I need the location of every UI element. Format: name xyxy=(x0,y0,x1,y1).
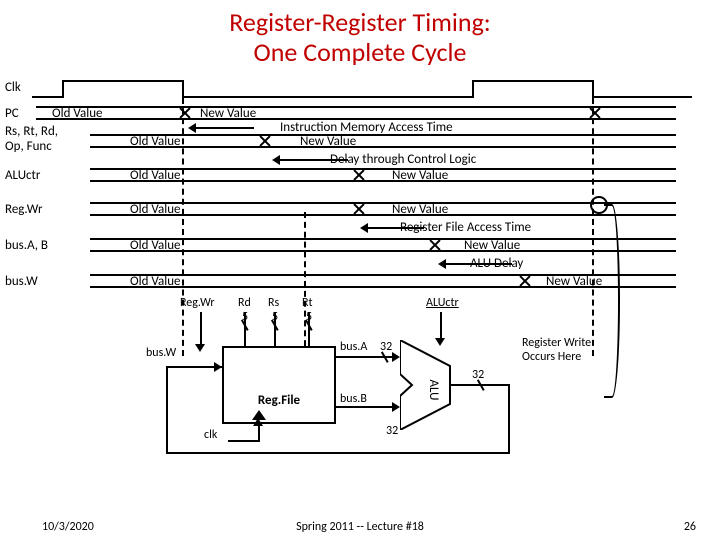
dp-aluctr: ALUctr xyxy=(426,296,459,310)
regwr-old: Old Value xyxy=(130,202,181,217)
im-access-label: Instruction Memory Access Time xyxy=(280,120,453,135)
dp-busb: bus.B xyxy=(340,392,367,406)
label-pc: PC xyxy=(5,106,19,121)
feedback-arc xyxy=(604,204,620,398)
dp-rt: Rt xyxy=(302,296,313,310)
alu-arrow-line xyxy=(446,263,512,265)
dp-clk: clk xyxy=(204,428,217,442)
label-busw: bus.W xyxy=(5,274,38,289)
label-aluctr: ALUctr xyxy=(5,168,40,183)
ctrl-arrow-line xyxy=(280,159,348,161)
dp-busw: bus.W xyxy=(146,346,176,360)
datapath: Reg.Wr Rd Rs Rt 5 5 5 Rw Ra Rb Reg.File … xyxy=(140,296,600,496)
alu-text: ALU xyxy=(426,379,441,400)
dp-rs: Rs xyxy=(268,296,279,310)
rf-arrow-line xyxy=(368,227,424,229)
busab-old: Old Value xyxy=(130,238,181,253)
ctrl-delay-label: Delay through Control Logic xyxy=(330,152,476,167)
footer-mid: Spring 2011 -- Lecture #18 xyxy=(0,520,720,534)
pc-new: New Value xyxy=(200,106,256,121)
timeline-pc xyxy=(36,106,676,120)
label-regwr: Reg.Wr xyxy=(5,202,43,217)
regwr-new: New Value xyxy=(392,202,448,217)
aluctr-new: New Value xyxy=(392,168,448,183)
title-line-1: Register-Register Timing: xyxy=(229,6,491,38)
dp-rd: Rd xyxy=(238,296,251,310)
aluctr-old: Old Value xyxy=(130,168,181,183)
dp-regwr-label: Reg.Wr xyxy=(180,296,215,310)
reg-write-note: Register Write Occurs Here xyxy=(522,336,591,364)
arrow-down-icon xyxy=(195,344,205,352)
title-line-2: One Complete Cycle xyxy=(254,36,467,68)
pc-old: Old Value xyxy=(52,106,103,121)
regfile-label: Reg.File xyxy=(224,393,334,408)
arrow-down-2-icon xyxy=(435,338,445,346)
busw-old: Old Value xyxy=(130,274,181,289)
clk-waveform xyxy=(32,80,692,100)
regfile-box: Reg.File xyxy=(222,346,336,424)
rs-old: Old Value xyxy=(130,134,181,149)
label-clk: Clk xyxy=(5,80,21,95)
dp-busa: bus.A xyxy=(340,340,367,354)
label-rs: Rs, Rt, Rd, Op, Func xyxy=(5,124,58,154)
busab-new: New Value xyxy=(464,238,520,253)
rs-new: New Value xyxy=(300,134,356,149)
busw-new: New Value xyxy=(546,274,602,289)
footer-page: 26 xyxy=(684,520,696,534)
dp-32-b: 32 xyxy=(386,424,398,438)
label-busab: bus.A, B xyxy=(5,238,48,253)
im-arrow-line xyxy=(196,127,254,129)
